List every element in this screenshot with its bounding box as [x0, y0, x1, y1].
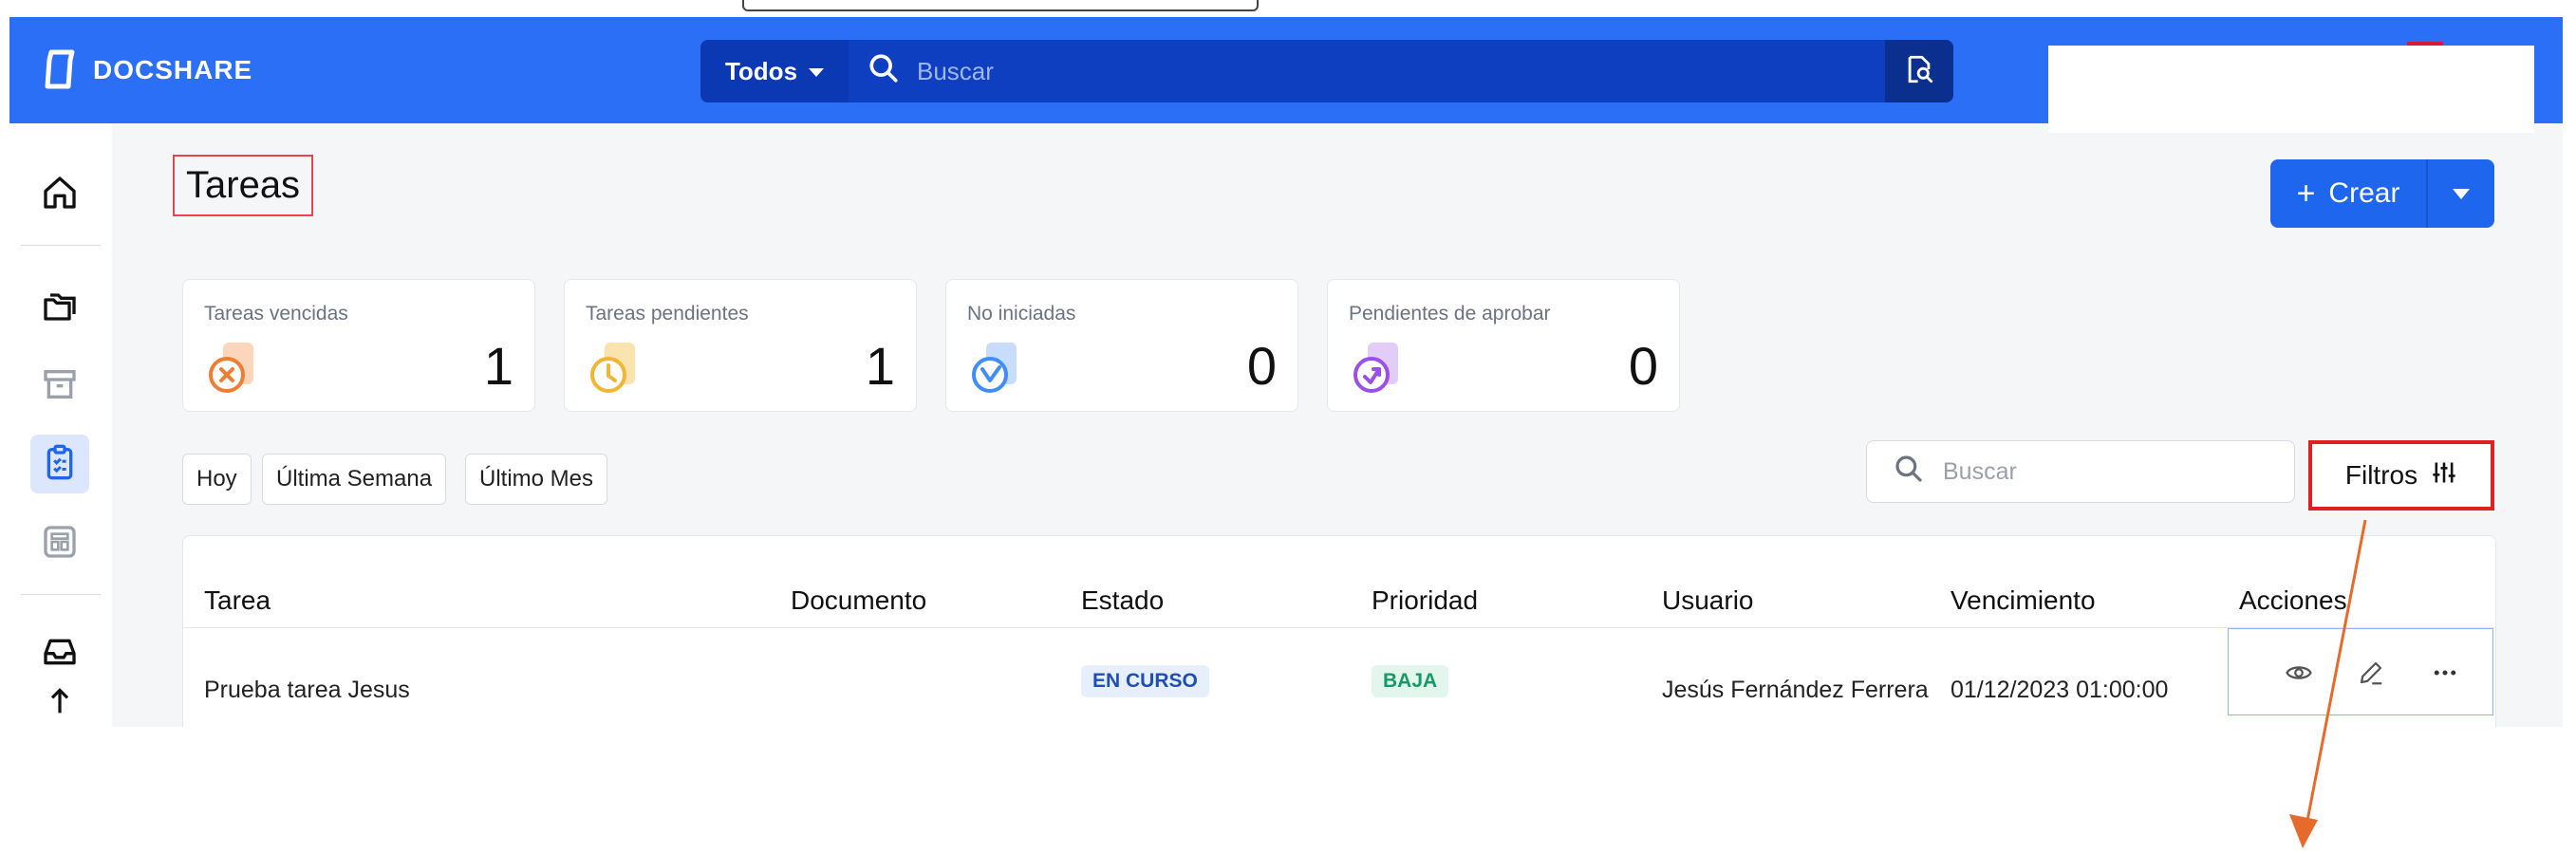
- annotation-arrow-icon: [2289, 519, 2367, 848]
